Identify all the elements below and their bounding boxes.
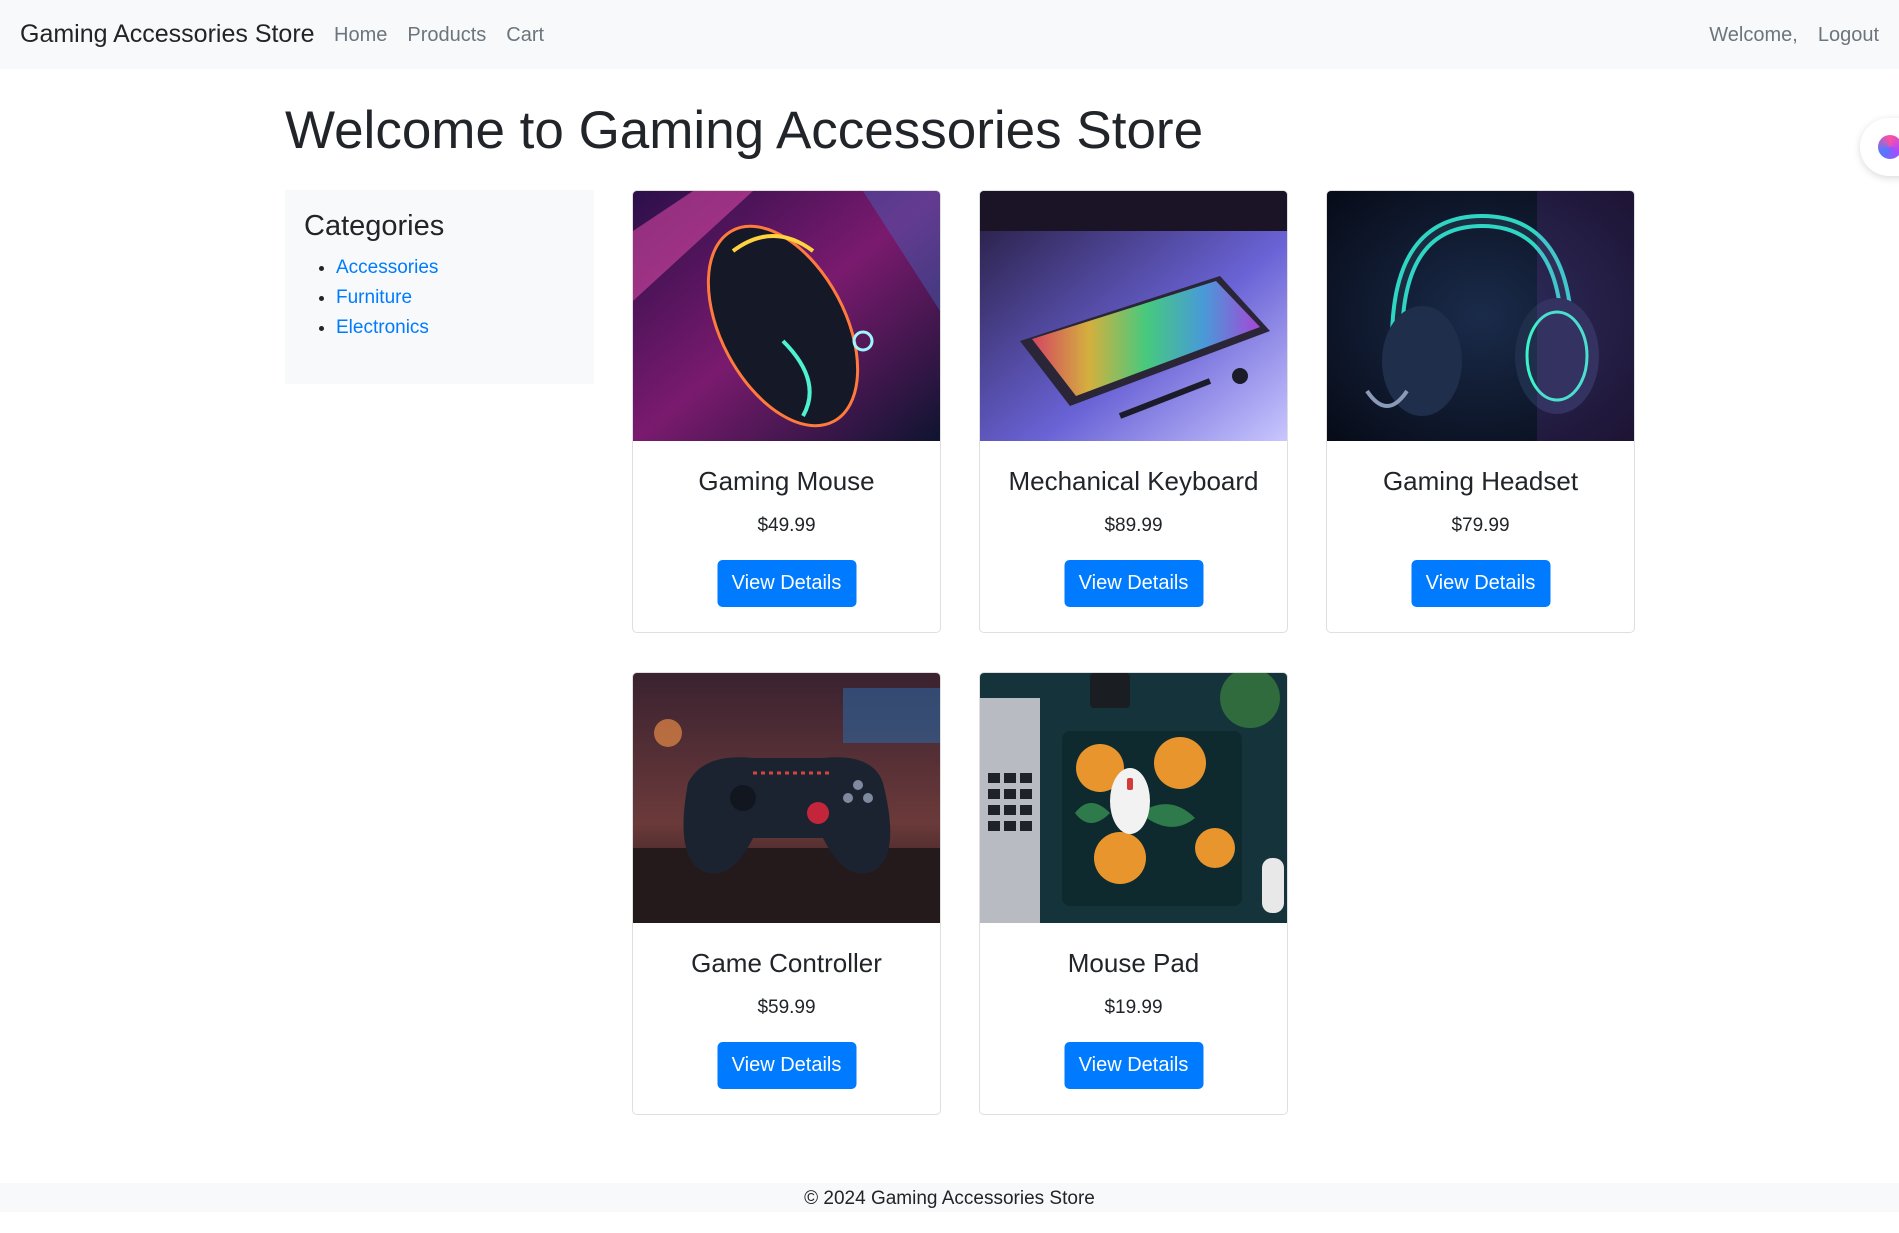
welcome-text: Welcome, bbox=[1709, 24, 1798, 46]
product-title: Game Controller bbox=[691, 948, 882, 978]
gaming-headset-image bbox=[1327, 191, 1634, 441]
view-details-button[interactable]: View Details bbox=[1064, 560, 1203, 607]
product-price: $79.99 bbox=[1451, 515, 1510, 536]
game-controller-image bbox=[633, 673, 940, 923]
category-link-furniture[interactable]: Furniture bbox=[336, 287, 412, 308]
view-details-button[interactable]: View Details bbox=[1411, 560, 1550, 607]
product-title: Mouse Pad bbox=[1067, 948, 1200, 978]
nav-user-area: Welcome, Logout bbox=[1709, 24, 1879, 47]
categories-heading: Categories bbox=[304, 210, 445, 242]
view-details-button[interactable]: View Details bbox=[717, 1042, 856, 1089]
assistant-orb-icon bbox=[1878, 135, 1899, 159]
product-title: Gaming Headset bbox=[1382, 466, 1579, 496]
category-link-accessories[interactable]: Accessories bbox=[336, 257, 438, 278]
product-card-gaming-headset: Gaming Headset $79.99 View Details bbox=[1326, 190, 1635, 633]
categories-list: Accessories Furniture Electronics bbox=[336, 253, 575, 343]
mechanical-keyboard-image bbox=[980, 191, 1287, 441]
category-item: Furniture bbox=[336, 283, 575, 313]
brand-link[interactable]: Gaming Accessories Store bbox=[20, 20, 315, 49]
product-title: Gaming Mouse bbox=[698, 466, 875, 496]
nav-cart-link[interactable]: Cart bbox=[506, 24, 544, 47]
gaming-mouse-image bbox=[633, 191, 940, 441]
category-item: Electronics bbox=[336, 313, 575, 343]
category-link-electronics[interactable]: Electronics bbox=[336, 317, 429, 338]
footer: © 2024 Gaming Accessories Store bbox=[0, 1183, 1899, 1212]
product-price: $59.99 bbox=[757, 997, 816, 1018]
footer-text: © 2024 Gaming Accessories Store bbox=[804, 1188, 1095, 1209]
product-price: $49.99 bbox=[757, 515, 816, 536]
product-card-gaming-mouse: Gaming Mouse $49.99 View Details bbox=[632, 190, 941, 633]
page-title: Welcome to Gaming Accessories Store bbox=[285, 101, 1204, 160]
categories-sidebar: Categories Accessories Furniture Electro… bbox=[285, 190, 594, 384]
assistant-widget-button[interactable] bbox=[1860, 118, 1899, 176]
product-title: Mechanical Keyboard bbox=[1008, 466, 1259, 496]
nav-home-link[interactable]: Home bbox=[334, 24, 387, 47]
category-item: Accessories bbox=[336, 253, 575, 283]
logout-link[interactable]: Logout bbox=[1818, 24, 1879, 47]
view-details-button[interactable]: View Details bbox=[1064, 1042, 1203, 1089]
product-card-mechanical-keyboard: Mechanical Keyboard $89.99 View Details bbox=[979, 190, 1288, 633]
product-card-game-controller: Game Controller $59.99 View Details bbox=[632, 672, 941, 1115]
product-price: $89.99 bbox=[1104, 515, 1163, 536]
mouse-pad-image bbox=[980, 673, 1287, 923]
nav-links: Home Products Cart bbox=[334, 24, 544, 47]
view-details-button[interactable]: View Details bbox=[717, 560, 856, 607]
product-card-mouse-pad: Mouse Pad $19.99 View Details bbox=[979, 672, 1288, 1115]
product-price: $19.99 bbox=[1104, 997, 1163, 1018]
navbar: Gaming Accessories Store Home Products C… bbox=[0, 0, 1899, 69]
nav-products-link[interactable]: Products bbox=[407, 24, 486, 47]
